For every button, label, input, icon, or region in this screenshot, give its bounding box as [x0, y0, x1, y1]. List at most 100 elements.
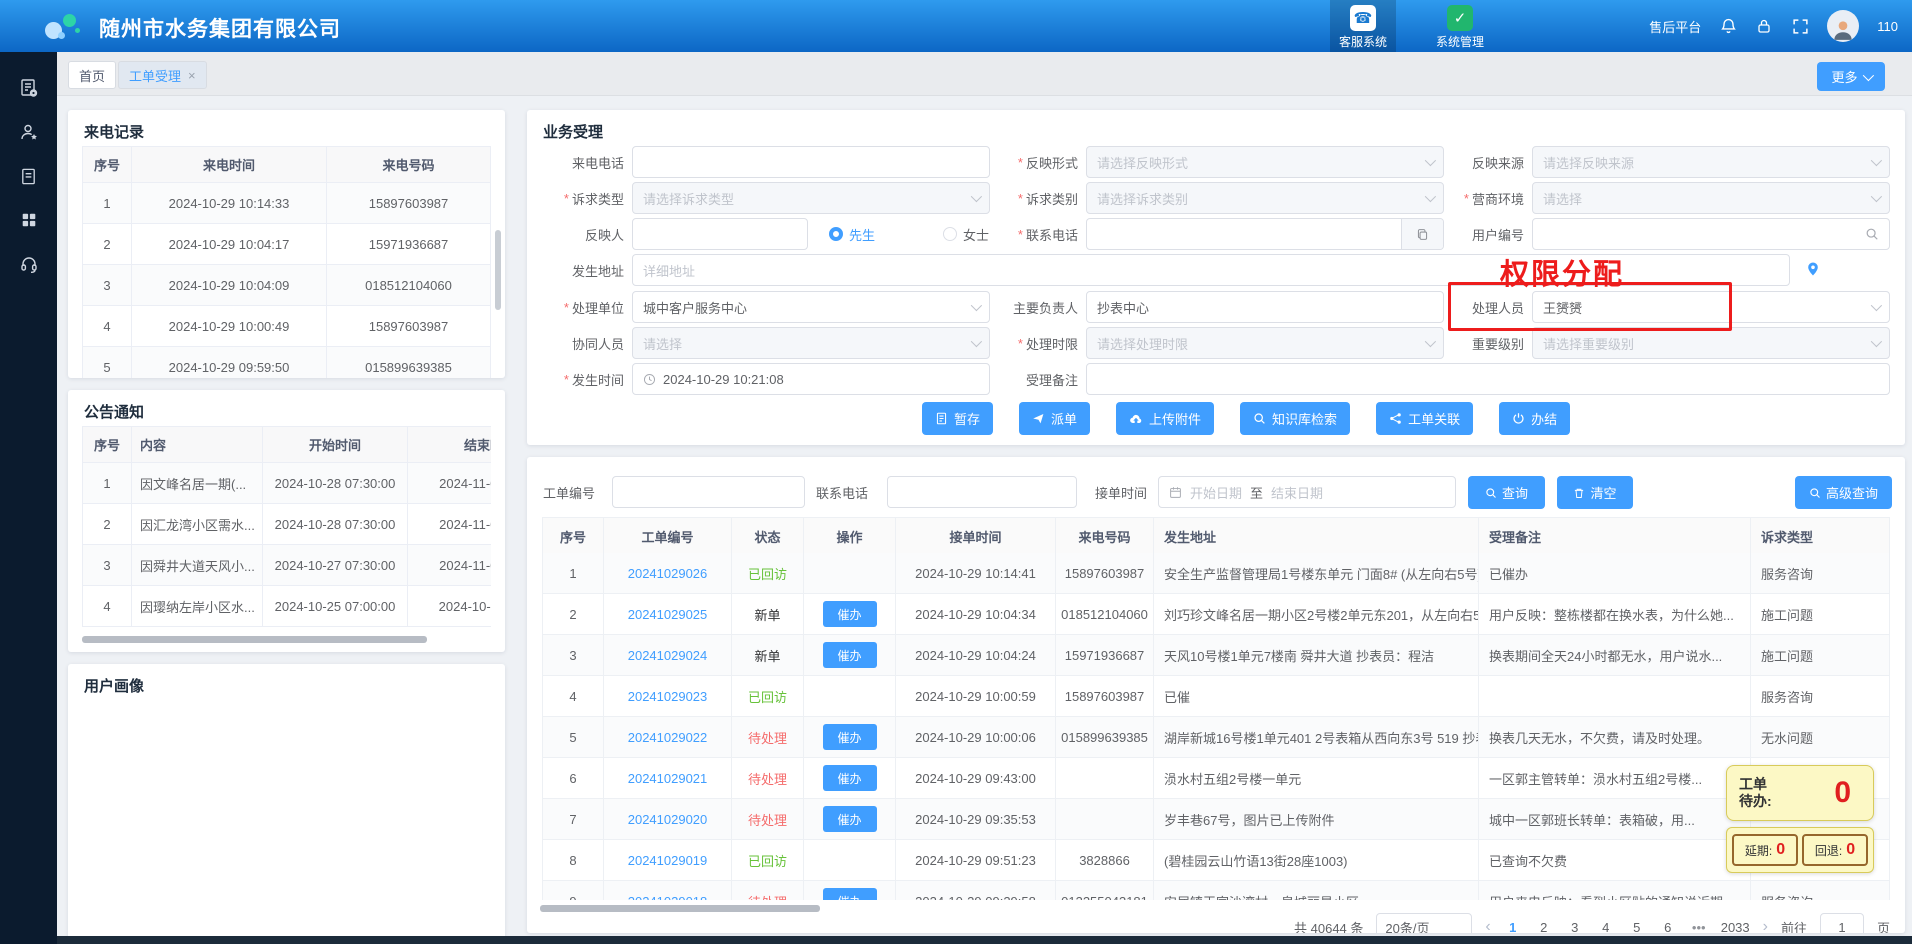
- advanced-query-button[interactable]: 高级查询: [1795, 476, 1892, 509]
- appeal-category-select[interactable]: 请选择诉求类别: [1086, 182, 1444, 214]
- announcement-row[interactable]: 3因舜井大道天风小...2024-10-27 07:30:002024-11-0…: [82, 545, 491, 586]
- announcements-hscrollbar[interactable]: [82, 636, 427, 643]
- page-number[interactable]: 1: [1504, 920, 1522, 934]
- page-number[interactable]: 6: [1659, 920, 1677, 934]
- user-no-input[interactable]: [1532, 218, 1890, 250]
- call-record-row[interactable]: 32024-10-29 10:04:09018512104060: [82, 265, 491, 306]
- urge-button[interactable]: 催办: [823, 888, 877, 900]
- tab-close-icon[interactable]: ×: [188, 68, 196, 83]
- query-button[interactable]: 查询: [1468, 476, 1545, 509]
- prev-page-icon[interactable]: ‹: [1485, 918, 1490, 933]
- page-size-select[interactable]: 20条/页: [1376, 913, 1472, 933]
- urge-button[interactable]: 催办: [823, 765, 877, 791]
- sidebar-item-apps-grid-icon[interactable]: [0, 198, 57, 242]
- receive-time-range-input[interactable]: 开始日期 至 结束日期: [1158, 476, 1456, 508]
- call-records-scrollbar[interactable]: [495, 230, 501, 310]
- chevron-down-icon: [971, 300, 982, 311]
- announcement-row[interactable]: 4因璎纳左岸小区水...2024-10-25 07:00:002024-10-3…: [82, 586, 491, 627]
- knowledge-search-button[interactable]: 知识库检索: [1240, 402, 1350, 435]
- urge-button[interactable]: 催办: [823, 642, 877, 668]
- call-record-row[interactable]: 52024-10-29 09:59:50015899639385: [82, 347, 491, 378]
- order-id-link[interactable]: 20241029024: [628, 648, 708, 663]
- orders-header-cell: 序号: [542, 518, 604, 554]
- appeal-type-select[interactable]: 请选择诉求类型: [632, 182, 990, 214]
- call-record-cell: 015899639385: [327, 347, 491, 378]
- order-row: 120241029026已回访2024-10-29 10:14:41158976…: [542, 553, 1890, 594]
- order-id-link[interactable]: 20241029025: [628, 607, 708, 622]
- cloud-upload-icon: [1129, 412, 1143, 426]
- chevron-down-icon: [1871, 191, 1882, 202]
- order-id-link[interactable]: 20241029026: [628, 566, 708, 581]
- more-button[interactable]: 更多: [1817, 62, 1885, 91]
- gender-male-radio[interactable]: 先生: [829, 218, 875, 250]
- order-id-link[interactable]: 20241029022: [628, 730, 708, 745]
- page-number[interactable]: 3: [1566, 920, 1584, 934]
- next-page-icon[interactable]: ›: [1763, 918, 1768, 933]
- orders-hscrollbar[interactable]: [540, 905, 820, 912]
- call-record-cell: 2024-10-29 10:14:33: [132, 183, 327, 223]
- sidebar-item-document-icon[interactable]: [0, 154, 57, 198]
- reporter-input[interactable]: [632, 218, 808, 250]
- contact-input[interactable]: [887, 476, 1077, 508]
- sidebar-item-workorder-icon[interactable]: [0, 66, 57, 110]
- urge-button[interactable]: 催办: [823, 724, 877, 750]
- search-icon[interactable]: [1865, 227, 1879, 241]
- urge-button[interactable]: 催办: [823, 601, 877, 627]
- handle-unit-select[interactable]: 城中客户服务中心: [632, 291, 990, 323]
- upload-attachment-button[interactable]: 上传附件: [1116, 402, 1214, 435]
- call-phone-input[interactable]: [632, 146, 990, 178]
- order-id-link[interactable]: 20241029018: [628, 894, 708, 901]
- importance-select[interactable]: 请选择重要级别: [1532, 327, 1890, 359]
- order-id-link[interactable]: 20241029023: [628, 689, 708, 704]
- clear-button[interactable]: 清空: [1557, 476, 1633, 509]
- call-record-row[interactable]: 22024-10-29 10:04:1715971936687: [82, 224, 491, 265]
- handler-select[interactable]: 王赟赟: [1532, 291, 1890, 323]
- page-number[interactable]: 5: [1628, 920, 1646, 934]
- dispatch-button[interactable]: 派单: [1019, 402, 1090, 435]
- remark-label: 受理备注: [982, 363, 1078, 395]
- finish-button[interactable]: 办结: [1499, 402, 1570, 435]
- tab-home[interactable]: 首页: [68, 61, 116, 89]
- occur-time-input[interactable]: 2024-10-29 10:21:08: [632, 363, 990, 395]
- co-worker-select[interactable]: 请选择: [632, 327, 990, 359]
- call-record-row[interactable]: 12024-10-29 10:14:3315897603987: [82, 183, 491, 224]
- last-page-number[interactable]: 2033: [1721, 920, 1750, 934]
- user-avatar[interactable]: [1827, 10, 1859, 42]
- call-record-cell: 15897603987: [327, 306, 491, 346]
- call-record-row[interactable]: 42024-10-29 10:00:4915897603987: [82, 306, 491, 347]
- order-id-link[interactable]: 20241029020: [628, 812, 708, 827]
- announcement-row[interactable]: 1因文峰名居一期(...2024-10-28 07:30:002024-11-0…: [82, 463, 491, 504]
- remark-input[interactable]: [1086, 363, 1890, 395]
- urge-button[interactable]: 催办: [823, 806, 877, 832]
- announcement-row[interactable]: 2因汇龙湾小区需水...2024-10-28 07:30:002024-11-0…: [82, 504, 491, 545]
- order-caller-phone: [1056, 799, 1154, 839]
- order-row: 820241029019已回访2024-10-29 09:51:23382886…: [542, 840, 1890, 881]
- contact-phone-input[interactable]: [1086, 218, 1444, 250]
- lock-icon[interactable]: [1755, 17, 1773, 35]
- order-id-link[interactable]: 20241029019: [628, 853, 708, 868]
- principal-input[interactable]: 抄表中心: [1086, 291, 1444, 323]
- nav-customer-service-system[interactable]: ☎ 客服系统: [1330, 0, 1396, 52]
- bell-icon[interactable]: [1719, 17, 1737, 35]
- reflect-form-select[interactable]: 请选择反映形式: [1086, 146, 1444, 178]
- order-no-input[interactable]: [612, 476, 805, 508]
- page-number[interactable]: 4: [1597, 920, 1615, 934]
- save-draft-button[interactable]: 暂存: [922, 402, 993, 435]
- business-env-select[interactable]: 请选择: [1532, 182, 1890, 214]
- sidebar-item-headset-icon[interactable]: [0, 242, 57, 286]
- order-id-link[interactable]: 20241029021: [628, 771, 708, 786]
- location-pin-icon[interactable]: [1805, 261, 1821, 277]
- page-number[interactable]: 2: [1535, 920, 1553, 934]
- tab-workorder-acceptance[interactable]: 工单受理 ×: [118, 61, 207, 89]
- workorder-link-button[interactable]: 工单关联: [1376, 402, 1473, 435]
- business-acceptance-card: 业务受理 来电电话 反映形式 请选择反映形式 反映来源 请选择反映来源 诉求类型…: [527, 110, 1905, 445]
- nav-system-management[interactable]: ✓ 系统管理: [1420, 0, 1500, 52]
- call-record-header-cell: 来电时间: [132, 146, 327, 182]
- deadline-select[interactable]: 请选择处理时限: [1086, 327, 1444, 359]
- aftersale-platform-link[interactable]: 售后平台: [1649, 17, 1701, 36]
- goto-page-input[interactable]: 1: [1820, 913, 1864, 933]
- fullscreen-icon[interactable]: [1791, 17, 1809, 35]
- reflect-source-select[interactable]: 请选择反映来源: [1532, 146, 1890, 178]
- sidebar-item-customer-icon[interactable]: [0, 110, 57, 154]
- chevron-down-icon: [971, 191, 982, 202]
